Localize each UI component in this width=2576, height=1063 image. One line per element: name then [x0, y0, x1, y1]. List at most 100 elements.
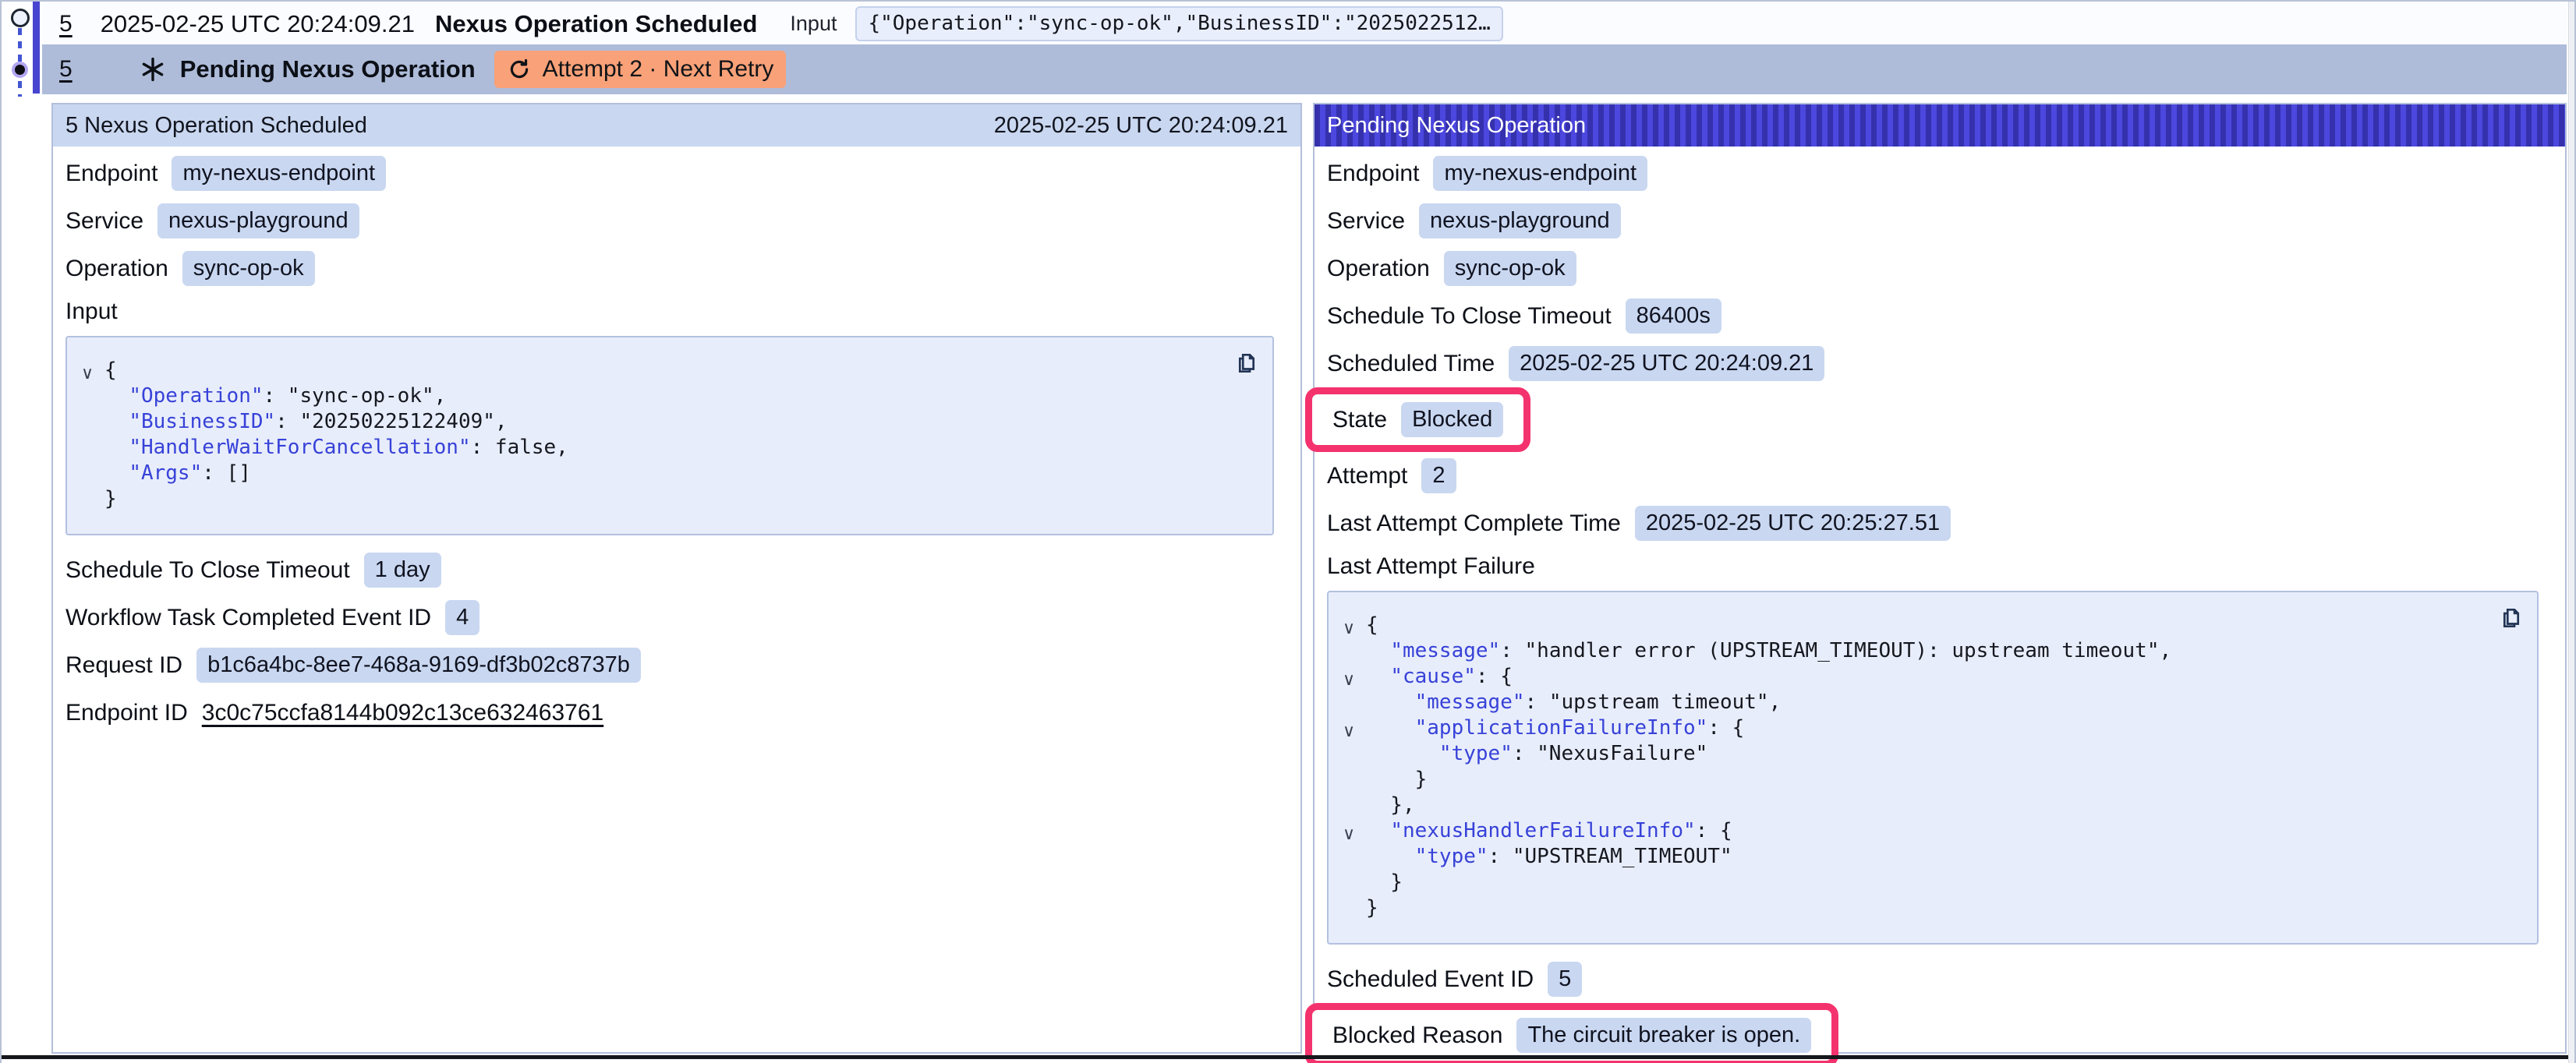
- panel-title: Pending Nexus Operation: [1327, 113, 1586, 139]
- pending-event-title: Pending Nexus Operation: [180, 55, 476, 83]
- field-service: Service nexus-playground: [65, 197, 1286, 245]
- code-line: "type": "UPSTREAM_TIMEOUT": [1366, 844, 1732, 870]
- field-label: Last Attempt Complete Time: [1327, 510, 1621, 537]
- field-label: Operation: [65, 256, 168, 282]
- field-label: Blocked Reason: [1332, 1022, 1502, 1049]
- field-value-chip: b1c6a4bc-8ee7-468a-9169-df3b02c8737b: [196, 648, 641, 683]
- field-endpoint-id: Endpoint ID 3c0c75ccfa8144b092c13ce63246…: [65, 689, 1286, 736]
- panel-timestamp: 2025-02-25 UTC 20:24:09.21: [994, 113, 1288, 139]
- event-row-scheduled[interactable]: 5 2025-02-25 UTC 20:24:09.21 Nexus Opera…: [42, 3, 2567, 44]
- collapse-chevron-icon[interactable]: ∨: [1338, 666, 1366, 692]
- failure-json-viewer: ∨{ "message": "handler error (UPSTREAM_T…: [1327, 591, 2539, 945]
- field-state: State Blocked: [1327, 387, 2551, 452]
- scheduled-event-panel: 5 Nexus Operation Scheduled 2025-02-25 U…: [51, 103, 1302, 1054]
- field-label: Operation: [1327, 256, 1430, 282]
- gutter: [76, 411, 104, 437]
- code-line: "Args": []: [104, 461, 251, 486]
- field-attempt: Attempt 2: [1327, 452, 2551, 500]
- event-marker-open-icon: [11, 9, 30, 27]
- bottom-edge-line: [2, 1055, 2574, 1059]
- event-id-link[interactable]: 5: [59, 56, 73, 83]
- gutter: [1338, 898, 1366, 924]
- endpoint-id-link[interactable]: 3c0c75ccfa8144b092c13ce632463761: [202, 700, 603, 726]
- event-history-screen: 5 2025-02-25 UTC 20:24:09.21 Nexus Opera…: [0, 0, 2576, 1063]
- input-preview-chip[interactable]: {"Operation":"sync-op-ok","BusinessID":"…: [855, 6, 1502, 41]
- field-value-chip: 2025-02-25 UTC 20:25:27.51: [1635, 506, 1951, 541]
- field-last-attempt-failure: Last Attempt Failure: [1327, 547, 2551, 586]
- scheduled-panel-body: Endpoint my-nexus-endpoint Service nexus…: [53, 147, 1300, 1052]
- code-line: "nexusHandlerFailureInfo": {: [1366, 818, 1732, 844]
- blocked-reason-highlight-box: Blocked Reason The circuit breaker is op…: [1305, 1003, 1838, 1063]
- gutter: [76, 463, 104, 489]
- scheduled-panel-header: 5 Nexus Operation Scheduled 2025-02-25 U…: [53, 104, 1300, 147]
- field-label: Last Attempt Failure: [1327, 553, 1535, 580]
- code-line: "message": "upstream timeout",: [1366, 690, 1781, 715]
- field-label: Request ID: [65, 652, 182, 679]
- field-label: State: [1332, 407, 1387, 433]
- field-value-chip: my-nexus-endpoint: [1433, 156, 1647, 191]
- field-service: Service nexus-playground: [1327, 197, 2551, 245]
- field-value-chip: 1 day: [364, 553, 441, 588]
- panel-title: 5 Nexus Operation Scheduled: [65, 113, 367, 139]
- field-value-chip: sync-op-ok: [1444, 251, 1576, 286]
- state-value-chip: Blocked: [1401, 402, 1503, 437]
- gutter: [76, 437, 104, 463]
- input-label: Input: [790, 12, 837, 36]
- code-line: {: [104, 358, 117, 383]
- event-detail-panels: 5 Nexus Operation Scheduled 2025-02-25 U…: [51, 103, 2567, 1054]
- scrollbar[interactable]: [2568, 2, 2574, 1063]
- input-json-viewer: ∨{ "Operation": "sync-op-ok", "BusinessI…: [65, 336, 1274, 535]
- retry-icon: [507, 57, 532, 82]
- asterisk-icon: [140, 56, 166, 83]
- field-label: Input: [65, 298, 118, 325]
- event-timestamp: 2025-02-25 UTC 20:24:09.21: [101, 10, 415, 38]
- timeline-rail: [2, 2, 42, 101]
- code-line: "message": "handler error (UPSTREAM_TIME…: [1366, 638, 2171, 664]
- field-operation: Operation sync-op-ok: [1327, 245, 2551, 292]
- field-label: Schedule To Close Timeout: [65, 557, 350, 584]
- code-line: "HandlerWaitForCancellation": false,: [104, 435, 568, 461]
- gutter: [1338, 769, 1366, 795]
- gutter: [1338, 846, 1366, 872]
- state-highlight-box: State Blocked: [1305, 387, 1530, 452]
- field-label: Workflow Task Completed Event ID: [65, 605, 431, 631]
- field-input: Input: [65, 292, 1286, 331]
- gutter: [1338, 692, 1366, 718]
- code-line: {: [1366, 613, 1378, 638]
- field-label: Service: [65, 208, 143, 235]
- field-value-chip: nexus-playground: [157, 203, 359, 238]
- copy-button[interactable]: [2496, 602, 2526, 634]
- gutter: [1338, 872, 1366, 898]
- selected-events-bar: [33, 2, 40, 94]
- collapse-chevron-icon[interactable]: ∨: [1338, 615, 1366, 641]
- code-line: "applicationFailureInfo": {: [1366, 715, 1744, 741]
- collapse-chevron-icon[interactable]: ∨: [76, 360, 104, 386]
- field-label: Schedule To Close Timeout: [1327, 303, 1612, 330]
- field-label: Service: [1327, 208, 1405, 235]
- code-line: "BusinessID": "20250225122409",: [104, 409, 508, 435]
- field-label: Scheduled Event ID: [1327, 966, 1534, 993]
- field-endpoint: Endpoint my-nexus-endpoint: [1327, 150, 2551, 197]
- gutter: [1338, 743, 1366, 769]
- field-label: Attempt: [1327, 463, 1407, 489]
- copy-button[interactable]: [1232, 347, 1261, 379]
- json-code: ∨{ "Operation": "sync-op-ok", "BusinessI…: [76, 358, 1218, 512]
- code-line: }: [104, 486, 117, 512]
- field-value-chip: 2: [1421, 458, 1456, 493]
- code-line: "type": "NexusFailure": [1366, 741, 1707, 767]
- field-blocked-reason: Blocked Reason The circuit breaker is op…: [1327, 1003, 2551, 1063]
- collapse-chevron-icon[interactable]: ∨: [1338, 821, 1366, 846]
- field-value-chip: 4: [445, 600, 479, 635]
- gutter: [1338, 641, 1366, 666]
- json-code: ∨{ "message": "handler error (UPSTREAM_T…: [1338, 613, 2482, 921]
- event-title: Nexus Operation Scheduled: [435, 10, 757, 38]
- collapse-chevron-icon[interactable]: ∨: [1338, 718, 1366, 743]
- code-line: }: [1366, 895, 1378, 921]
- event-id-link[interactable]: 5: [59, 11, 73, 37]
- field-request-id: Request ID b1c6a4bc-8ee7-468a-9169-df3b0…: [65, 641, 1286, 689]
- field-endpoint: Endpoint my-nexus-endpoint: [65, 150, 1286, 197]
- pending-panel-body: Endpoint my-nexus-endpoint Service nexus…: [1315, 147, 2565, 1063]
- gutter: [1338, 795, 1366, 821]
- code-line: }: [1366, 870, 1403, 895]
- event-row-pending[interactable]: 5 Pending Nexus Operation Attempt 2 · Ne…: [42, 44, 2567, 94]
